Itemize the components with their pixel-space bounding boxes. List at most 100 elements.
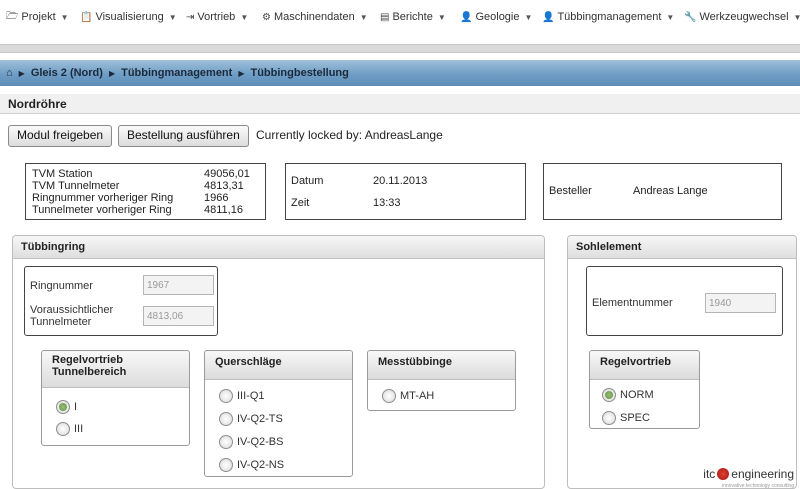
radio-label: IV-Q2-TS — [237, 413, 283, 425]
chevron-down-icon: ▼ — [793, 12, 800, 22]
radio-label: III-Q1 — [237, 390, 265, 402]
prev-ring-tunnelmeter-label: Tunnelmeter vorheriger Ring — [32, 204, 172, 216]
menu-berichte[interactable]: ▤ Berichte ▼ — [380, 9, 446, 25]
ring-number-input[interactable] — [143, 275, 214, 295]
radio-unselected-icon[interactable] — [219, 435, 233, 449]
date-value: 20.11.2013 — [373, 175, 428, 187]
menu-maschinendaten[interactable]: ⚙ Maschinendaten ▼ — [262, 9, 368, 25]
wrench-icon: 🔧 — [684, 11, 697, 23]
radio-option-iii-q1[interactable]: III-Q1 — [219, 389, 265, 403]
sohlelement-title: Sohlelement — [568, 236, 796, 259]
radio-unselected-icon[interactable] — [382, 389, 396, 403]
tuebbingring-title: Tübbingring — [13, 236, 544, 259]
date-label: Datum — [291, 175, 324, 187]
sohlelement-panel: Sohlelement Elementnummer Regelvortrieb … — [567, 235, 797, 489]
radio-option-iv-q2-bs[interactable]: IV-Q2-BS — [219, 435, 283, 449]
chevron-right-icon: ▶ — [18, 68, 25, 78]
prev-ring-number-value: 1966 — [204, 192, 229, 204]
sohl-regelvortrieb-group: Regelvortrieb NORM SPEC — [589, 350, 700, 429]
radio-label: IV-Q2-NS — [237, 459, 285, 471]
radio-unselected-icon[interactable] — [602, 411, 616, 425]
person-icon: 👤 — [542, 11, 555, 23]
radio-unselected-icon[interactable] — [219, 412, 233, 426]
breadcrumb-item[interactable]: Gleis 2 (Nord) — [31, 67, 103, 79]
menu-tuebbingmanagement[interactable]: 👤 Tübbingmanagement ▼ — [542, 9, 674, 25]
orderer-label: Besteller — [549, 185, 592, 197]
logo-tagline: innovative technology consulting — [722, 483, 794, 489]
radio-label: III — [74, 423, 84, 435]
chevron-down-icon: ▼ — [168, 12, 177, 22]
time-label: Zeit — [291, 197, 310, 209]
chevron-down-icon: ▼ — [359, 12, 368, 22]
chevron-down-icon: ▼ — [240, 12, 249, 22]
radio-unselected-icon[interactable] — [56, 422, 70, 436]
querschlaege-group: Querschläge III-Q1 IV-Q2-TS IV-Q2-BS IV-… — [204, 350, 353, 477]
page-title: Nordröhre — [0, 94, 800, 114]
menu-visualisierung[interactable]: 📋 Visualisierung ▼ — [80, 9, 177, 25]
expected-tunnelmeter-label: Voraussichtlicher Tunnelmeter — [30, 304, 114, 328]
tvm-station-label: TVM Station — [32, 168, 93, 180]
ring-number-label: Ringnummer — [30, 280, 93, 292]
arrow-right-icon: ⇥ — [186, 11, 195, 23]
regelvortrieb-tunnelbereich-title: Regelvortrieb Tunnelbereich — [42, 351, 189, 388]
radio-unselected-icon[interactable] — [219, 389, 233, 403]
element-fields-box: Elementnummer — [586, 266, 783, 336]
radio-unselected-icon[interactable] — [219, 458, 233, 472]
radio-label: I — [74, 401, 78, 413]
element-number-label: Elementnummer — [592, 297, 673, 309]
time-value: 13:33 — [373, 197, 401, 209]
radio-label: MT-AH — [400, 390, 435, 402]
datetime-box: Datum 20.11.2013 Zeit 13:33 — [285, 163, 526, 220]
tuebbingring-panel: Tübbingring Ringnummer Voraussichtlicher… — [12, 235, 545, 489]
chevron-right-icon: ▶ — [108, 68, 116, 78]
tvm-info-box: TVM Station 49056,01 TVM Tunnelmeter 481… — [25, 163, 266, 220]
radio-option-mt-ah[interactable]: MT-AH — [382, 389, 434, 403]
radio-option-iv-q2-ns[interactable]: IV-Q2-NS — [219, 458, 284, 472]
radio-selected-icon[interactable] — [56, 400, 70, 414]
radio-label: IV-Q2-BS — [237, 436, 284, 448]
tvm-tunnelmeter-value: 4813,31 — [204, 180, 244, 192]
logo-dot-icon — [717, 468, 730, 480]
gear-icon: ⚙ — [262, 11, 271, 23]
main-menubar: 🗁 Projekt ▼ 📋 Visualisierung ▼ ⇥ Vortrieb ▼… — [0, 0, 800, 34]
querschlaege-title: Querschläge — [205, 351, 352, 380]
home-icon[interactable]: ⌂ — [6, 67, 13, 79]
breadcrumb-item[interactable]: Tübbingmanagement — [121, 67, 232, 79]
ring-fields-box: Ringnummer Voraussichtlicher Tunnelmeter — [24, 266, 218, 336]
folder-icon: 🗁 — [6, 10, 19, 22]
release-module-button[interactable]: Modul freigeben — [8, 125, 113, 147]
expected-tunnelmeter-input[interactable] — [143, 306, 214, 326]
tvm-tunnelmeter-label: TVM Tunnelmeter — [32, 180, 120, 192]
prev-ring-tunnelmeter-value: 4811,16 — [204, 204, 243, 216]
lock-status-text: Currently locked by: AndreasLange — [256, 128, 443, 142]
chevron-down-icon: ▼ — [60, 12, 69, 22]
menu-werkzeugwechsel[interactable]: 🔧 Werkzeugwechsel ▼ — [684, 9, 800, 25]
breadcrumb: ⌂ ▶ Gleis 2 (Nord) ▶ Tübbingmanagement ▶… — [0, 60, 800, 86]
itc-engineering-logo: itc engineering innovative technology co… — [703, 467, 794, 489]
sohl-regelvortrieb-title: Regelvortrieb — [590, 351, 699, 380]
chevron-down-icon: ▼ — [437, 12, 446, 22]
radio-option-i[interactable]: I — [56, 400, 77, 414]
logo-prefix: itc — [703, 467, 716, 481]
orderer-value: Andreas Lange — [633, 185, 708, 197]
element-number-input[interactable] — [705, 293, 776, 313]
report-icon: ▤ — [380, 11, 390, 23]
breadcrumb-item[interactable]: Tübbingbestellung — [250, 67, 348, 79]
messtuebbinge-title: Messtübbinge — [368, 351, 515, 380]
radio-option-iv-q2-ts[interactable]: IV-Q2-TS — [219, 412, 283, 426]
execute-order-button[interactable]: Bestellung ausführen — [118, 125, 249, 147]
menu-separator — [0, 44, 800, 53]
menu-geologie[interactable]: 👤 Geologie ▼ — [460, 9, 532, 25]
radio-label: NORM — [620, 389, 654, 401]
logo-suffix: engineering — [731, 467, 794, 481]
radio-option-iii[interactable]: III — [56, 422, 83, 436]
chevron-down-icon: ▼ — [524, 12, 533, 22]
menu-projekt[interactable]: 🗁 Projekt ▼ — [6, 9, 69, 25]
radio-option-spec[interactable]: SPEC — [602, 411, 650, 425]
orderer-box: Besteller Andreas Lange — [543, 163, 782, 220]
radio-selected-icon[interactable] — [602, 388, 616, 402]
menu-vortrieb[interactable]: ⇥ Vortrieb ▼ — [186, 9, 248, 25]
chevron-down-icon: ▼ — [666, 12, 675, 22]
radio-option-norm[interactable]: NORM — [602, 388, 654, 402]
regelvortrieb-tunnelbereich-group: Regelvortrieb Tunnelbereich I III — [41, 350, 190, 446]
